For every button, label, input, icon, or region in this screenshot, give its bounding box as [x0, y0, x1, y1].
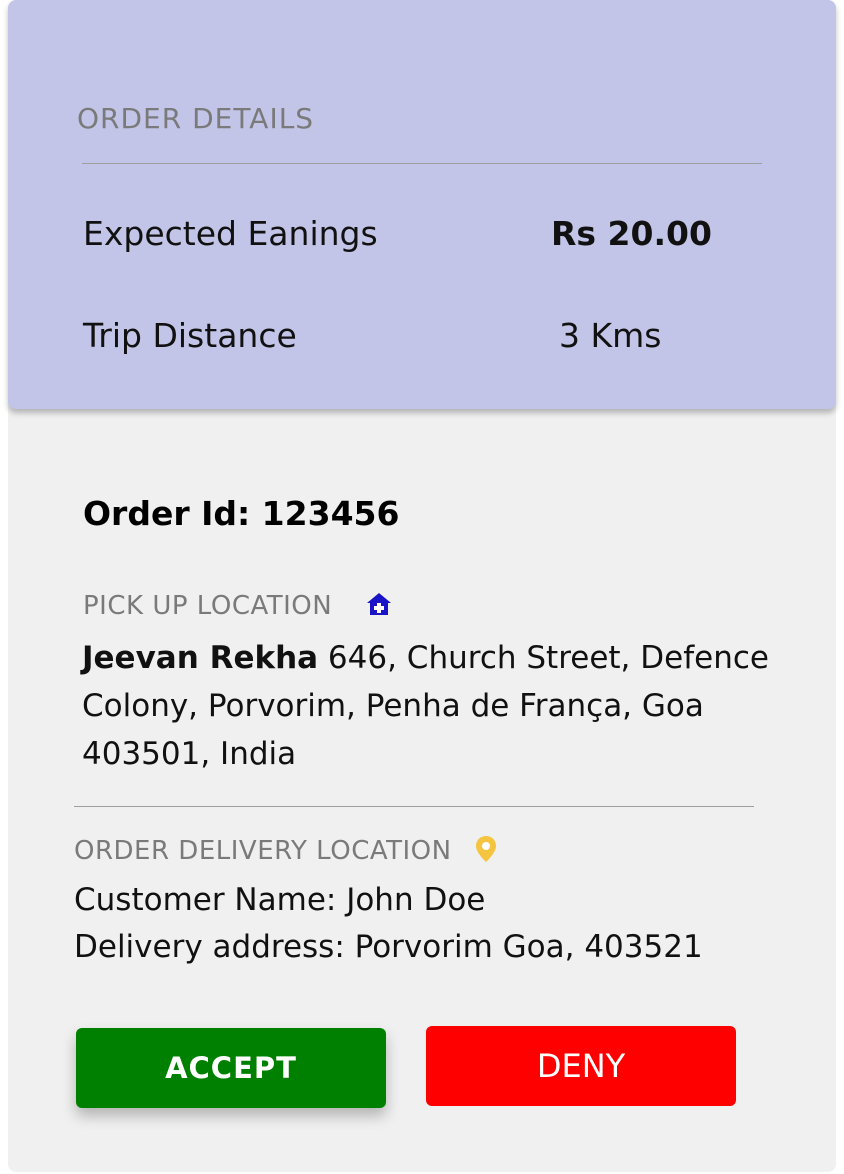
trip-distance-value: 3 Kms [559, 316, 662, 355]
home-medical-icon [366, 591, 392, 621]
accept-button[interactable]: ACCEPT [76, 1028, 386, 1108]
delivery-address: Delivery address: Porvorim Goa, 403521 [74, 929, 703, 965]
pickup-address: Jeevan Rekha 646, Church Street, Defence… [82, 634, 782, 778]
order-details-panel: ORDER DETAILS Expected Eanings Rs 20.00 … [8, 0, 836, 409]
delivery-address-value: Porvorim Goa, 403521 [344, 929, 703, 965]
delivery-address-label: Delivery address: [74, 929, 345, 965]
expected-earnings-value: Rs 20.00 [551, 214, 712, 253]
order-id: Order Id: 123456 [83, 494, 400, 533]
location-pin-icon [475, 835, 497, 867]
customer-name: Customer Name: John Doe [74, 882, 486, 918]
section-divider [74, 806, 754, 807]
expected-earnings-label: Expected Eanings [83, 214, 378, 253]
pickup-place-name: Jeevan Rekha [82, 640, 319, 676]
deny-button[interactable]: DENY [426, 1026, 736, 1106]
trip-distance-label: Trip Distance [83, 316, 297, 355]
order-details-title: ORDER DETAILS [77, 102, 315, 135]
delivery-location-label: ORDER DELIVERY LOCATION [74, 836, 452, 866]
header-divider [82, 163, 762, 164]
pickup-location-label: PICK UP LOCATION [83, 591, 333, 621]
